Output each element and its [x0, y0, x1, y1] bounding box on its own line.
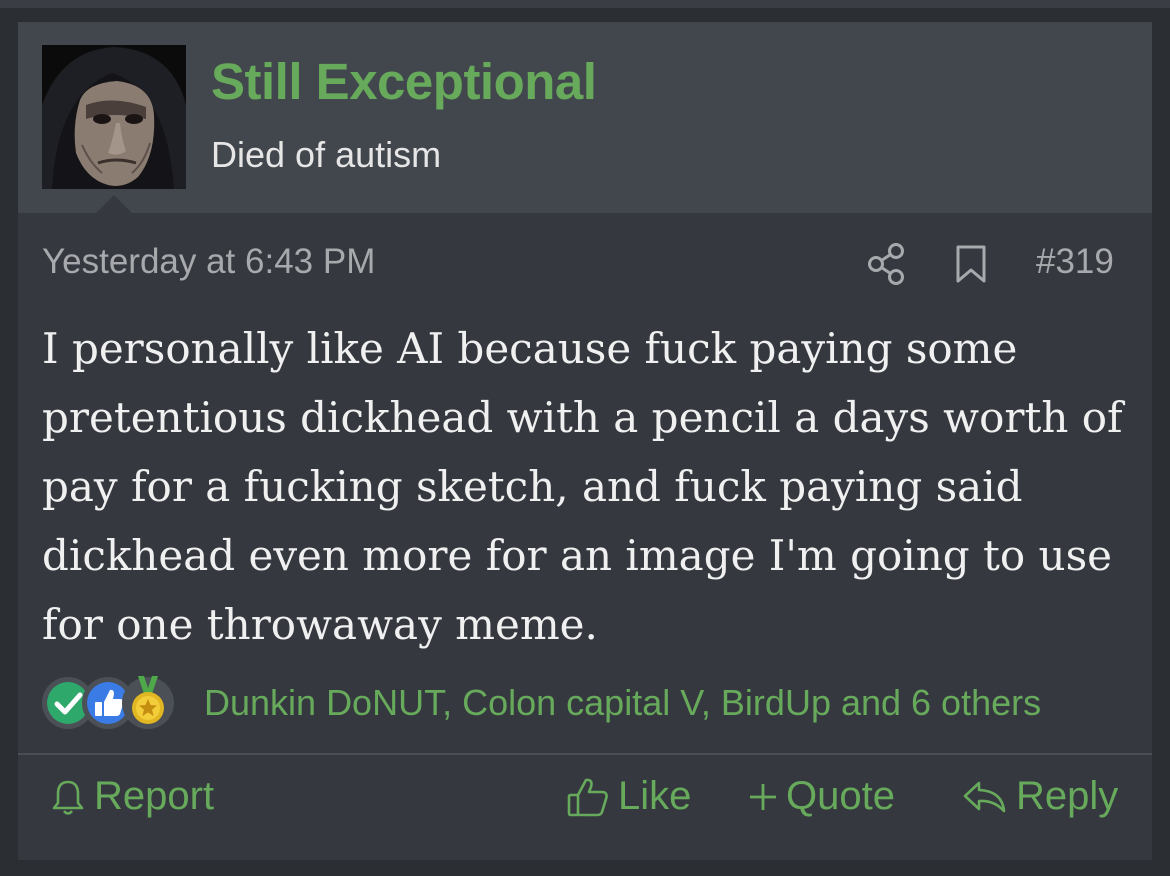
- medal-icon: [122, 676, 174, 729]
- post-number-link[interactable]: #319: [1036, 242, 1114, 282]
- forum-post: Still Exceptional Died of autism Yesterd…: [18, 22, 1152, 860]
- reactions-bar[interactable]: Dunkin DoNUT, Colon capital V, BirdUp an…: [38, 670, 1138, 732]
- post-actions: Report Like Quote Reply: [18, 762, 1152, 842]
- reaction-summary-link[interactable]: Dunkin DoNUT, Colon capital V, BirdUp an…: [204, 682, 1041, 724]
- quote-button[interactable]: Quote: [748, 774, 895, 819]
- thumbs-up-outline-icon: [567, 778, 608, 816]
- hooded-figure-icon: [42, 45, 186, 189]
- post-body: I personally like AI because fuck paying…: [42, 324, 1123, 649]
- like-label: Like: [618, 774, 692, 818]
- plus-icon: [750, 783, 776, 810]
- header-caret: [96, 195, 132, 213]
- user-header: Still Exceptional Died of autism: [18, 22, 1152, 213]
- footer-divider: [18, 753, 1152, 755]
- share-icon[interactable]: [866, 242, 908, 286]
- avatar[interactable]: [42, 45, 186, 189]
- user-title: Died of autism: [211, 134, 442, 175]
- bookmark-icon[interactable]: [954, 244, 988, 284]
- report-button[interactable]: Report: [50, 774, 214, 819]
- quote-label: Quote: [786, 774, 895, 818]
- reply-button[interactable]: Reply: [962, 774, 1118, 819]
- report-label: Report: [94, 774, 215, 818]
- bell-icon: [52, 780, 84, 815]
- top-divider: [0, 0, 1170, 8]
- username[interactable]: Still Exceptional: [211, 52, 597, 111]
- post-timestamp[interactable]: Yesterday at 6:43 PM: [42, 242, 375, 282]
- reply-arrow-icon: [963, 781, 1006, 812]
- like-button[interactable]: Like: [566, 774, 691, 819]
- reaction-icons: [38, 670, 188, 732]
- reply-label: Reply: [1016, 774, 1119, 818]
